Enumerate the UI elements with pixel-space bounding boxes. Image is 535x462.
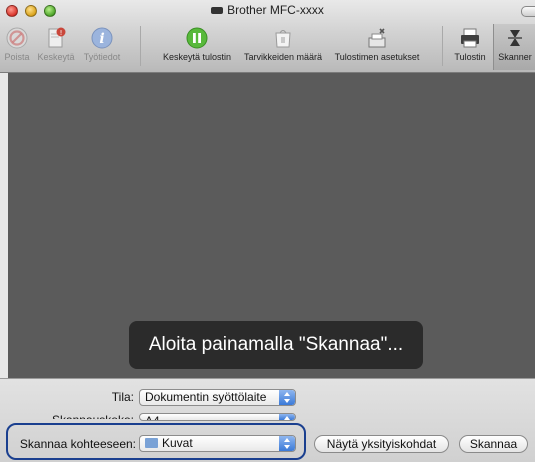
toolbar-pause-printer-button[interactable]: Keskeytä tulostin — [158, 26, 236, 62]
printer-proxy-icon — [211, 7, 224, 15]
svg-text:i: i — [99, 31, 104, 47]
mode-popup[interactable]: Dokumentin syöttölaite — [139, 389, 296, 406]
toolbar-job-info-button[interactable]: i Työtiedot — [79, 26, 125, 62]
toolbar-supply-levels-button[interactable]: Tarvikkeiden määrä — [240, 26, 326, 62]
destination-highlight-outline — [6, 423, 306, 460]
scan-size-popup[interactable]: A4 — [139, 413, 296, 421]
info-icon: i — [91, 27, 113, 49]
popup-arrows-icon — [279, 390, 295, 405]
toolbar-printer-setup-button[interactable]: Tulostimen asetukset — [328, 26, 426, 62]
printer-setup-icon — [368, 28, 386, 48]
toolbar-separator — [442, 26, 443, 66]
svg-text:!: ! — [60, 29, 63, 37]
toolbar-hold-button[interactable]: ! Keskeytä — [36, 26, 76, 62]
printer-icon — [461, 28, 479, 48]
scan-preview-area: Aloita painamalla "Skannaa"... — [8, 73, 535, 378]
popup-arrows-icon — [279, 414, 295, 420]
show-details-button[interactable]: Näytä yksityiskohdat — [314, 435, 449, 453]
supply-levels-icon — [275, 30, 291, 48]
toolbar-separator — [140, 26, 141, 66]
scan-button[interactable]: Skannaa — [459, 435, 528, 453]
window-title: Brother MFC-xxxx — [0, 3, 535, 17]
toolbar-delete-button[interactable]: Poista — [0, 26, 34, 62]
toolbar-printer-button[interactable]: Tulostin — [448, 26, 492, 62]
delete-icon — [6, 27, 28, 49]
scanner-icon — [508, 30, 522, 46]
scan-size-label: Skannauskoko: — [20, 410, 134, 419]
scan-hint-message: Aloita painamalla "Skannaa"... — [129, 321, 423, 369]
toolbar-toggle-button[interactable] — [521, 6, 535, 17]
pause-icon — [186, 27, 208, 49]
toolbar-scanner-button[interactable]: Skanner — [493, 24, 535, 70]
hold-icon: ! — [48, 27, 66, 48]
titlebar: Brother MFC-xxxx Poista ! Keskeytä i Työ… — [0, 0, 535, 73]
printer-queue-window: Brother MFC-xxxx Poista ! Keskeytä i Työ… — [0, 0, 535, 462]
mode-label: Tila: — [111, 390, 134, 404]
